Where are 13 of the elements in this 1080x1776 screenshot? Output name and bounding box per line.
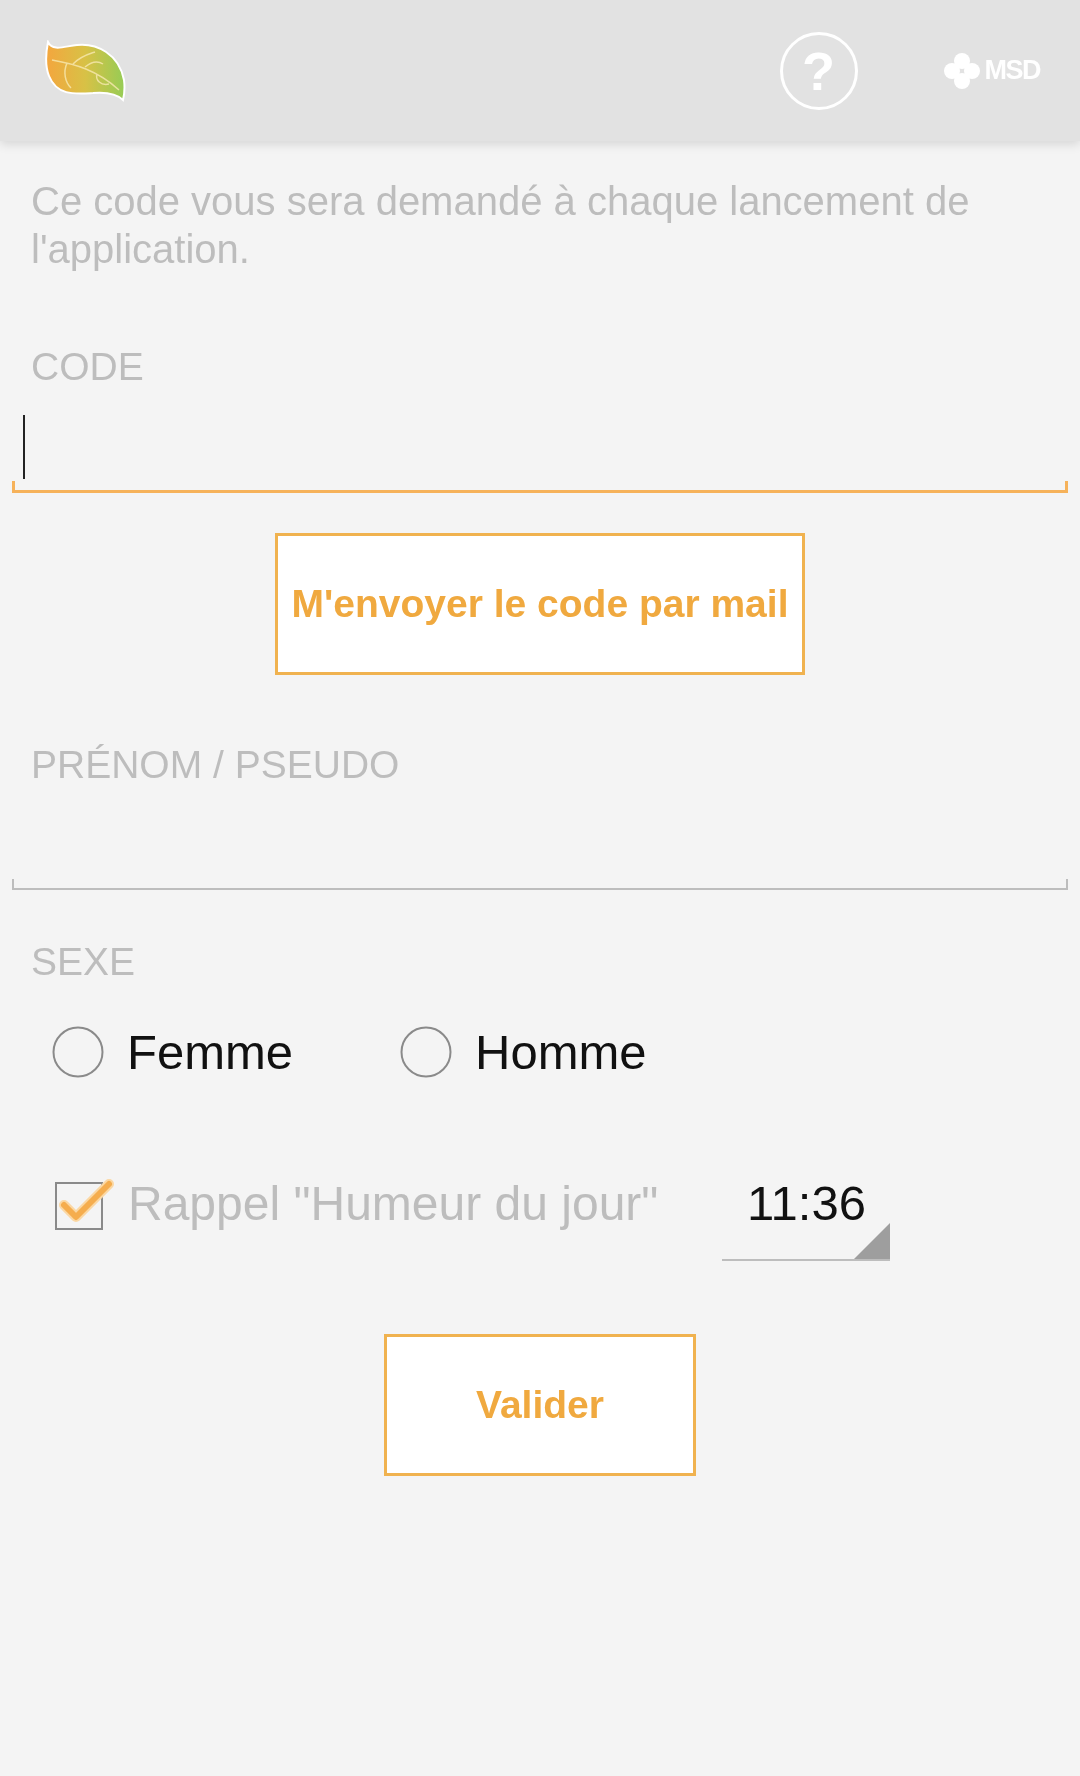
dropdown-corner-icon: [854, 1223, 890, 1259]
logo-mark-icon: [943, 52, 980, 89]
radio-button[interactable]: [52, 1026, 104, 1078]
leaf-logo-icon: [45, 39, 127, 102]
checkbox[interactable]: [55, 1178, 114, 1230]
radio-label[interactable]: Homme: [475, 1022, 647, 1082]
radio-label[interactable]: Femme: [127, 1022, 294, 1082]
time-spinner[interactable]: 11:36: [722, 1147, 890, 1261]
radio-button[interactable]: [400, 1026, 452, 1078]
text-cursor: [23, 415, 25, 479]
send-code-button[interactable]: M'envoyer le code par mail: [275, 533, 805, 675]
help-button[interactable]: ?: [779, 31, 858, 110]
submit-button[interactable]: Valider: [384, 1334, 696, 1476]
